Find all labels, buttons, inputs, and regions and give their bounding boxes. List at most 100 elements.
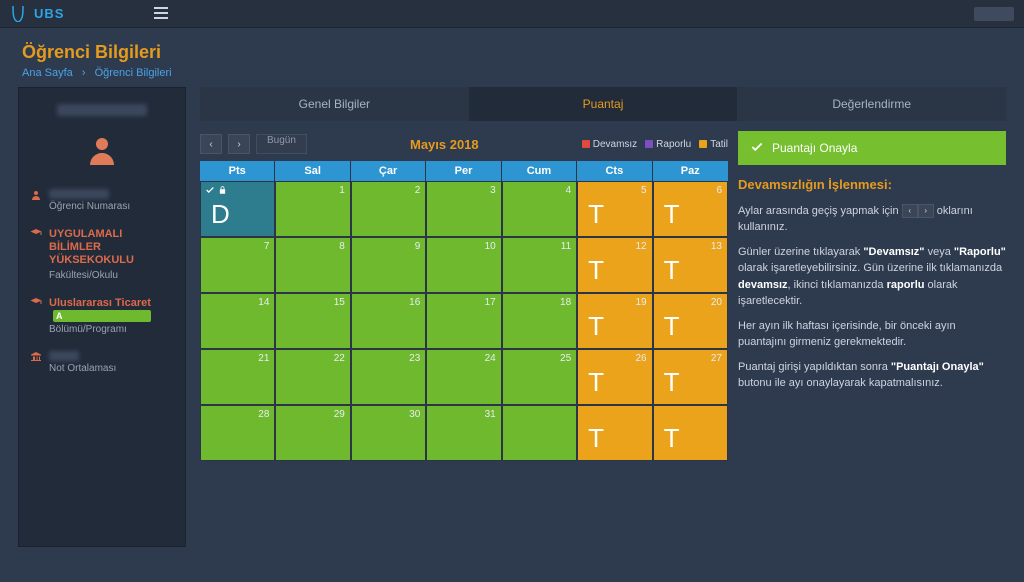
calendar-cell[interactable]: 10 [426, 237, 501, 293]
legend-holiday-label: Tatil [710, 139, 728, 150]
day-number: 27 [711, 353, 722, 364]
calendar-cell[interactable]: 27T [653, 349, 728, 405]
day-number: 21 [258, 353, 269, 364]
tab-general[interactable]: Genel Bilgiler [200, 87, 469, 121]
sidebar-department: Uluslararası TicaretA Bölümü/Programı [29, 297, 175, 335]
calendar-cell[interactable] [502, 405, 577, 461]
status-badge: A [53, 310, 151, 322]
calendar-cell[interactable]: 20T [653, 293, 728, 349]
page-header: Öğrenci Bilgileri Ana Sayfa › Öğrenci Bi… [0, 28, 1024, 87]
help-panel: Devamsızlığın İşlenmesi: Aylar arasında … [738, 175, 1006, 400]
page-title: Öğrenci Bilgileri [22, 42, 1002, 63]
help-p4: Puantaj girişi yapıldıktan sonra "Puanta… [738, 359, 1006, 392]
cell-mark: T [588, 367, 604, 398]
today-button[interactable]: Bugün [256, 134, 307, 154]
day-number: 29 [334, 409, 345, 420]
help-next-icon: › [918, 204, 934, 218]
day-number: 14 [258, 297, 269, 308]
calendar-cell[interactable]: 31 [426, 405, 501, 461]
day-number: 12 [635, 241, 646, 252]
brand-text: UBS [34, 6, 64, 21]
approve-button[interactable]: Puantajı Onayla [738, 131, 1006, 165]
calendar-cell[interactable]: 22 [275, 349, 350, 405]
calendar-cell[interactable]: 3 [426, 181, 501, 237]
calendar-cell[interactable]: 19T [577, 293, 652, 349]
faculty-label: Fakültesi/Okulu [49, 270, 175, 281]
calendar-body: D12345T6T789101112T13T141516171819T20T21… [200, 181, 728, 461]
calendar-cell[interactable]: T [653, 405, 728, 461]
help-title: Devamsızlığın İşlenmesi: [738, 175, 1006, 195]
topbar-right-placeholder [974, 7, 1014, 21]
calendar-cell[interactable]: 13T [653, 237, 728, 293]
day-header-wed: Çar [351, 161, 426, 181]
calendar-cell[interactable]: 21 [200, 349, 275, 405]
prev-month-button[interactable]: ‹ [200, 134, 222, 154]
cell-mark: T [588, 423, 604, 454]
cell-mark: T [588, 255, 604, 286]
calendar-cell[interactable]: 16 [351, 293, 426, 349]
breadcrumb-current: Öğrenci Bilgileri [95, 67, 172, 79]
calendar-cell[interactable]: 17 [426, 293, 501, 349]
calendar-cell[interactable]: 15 [275, 293, 350, 349]
day-number: 31 [485, 409, 496, 420]
student-name-redacted [57, 104, 147, 116]
tab-evaluation[interactable]: Değerlendirme [737, 87, 1006, 121]
day-number: 16 [409, 297, 420, 308]
tab-attendance[interactable]: Puantaj [469, 87, 738, 121]
day-number: 19 [635, 297, 646, 308]
help-prev-icon: ‹ [902, 204, 918, 218]
calendar-cell[interactable]: 18 [502, 293, 577, 349]
calendar-cell[interactable]: 1 [275, 181, 350, 237]
student-sidebar: Öğrenci Numarası UYGULAMALI BİLİMLER YÜK… [18, 87, 186, 547]
legend: Devamsız Raporlu Tatil [582, 139, 728, 150]
calendar-cell[interactable]: 12 T [577, 237, 652, 293]
day-number: 23 [409, 353, 420, 364]
gpa-redacted [49, 351, 79, 361]
calendar-cell[interactable]: 24 [426, 349, 501, 405]
calendar-cell[interactable]: 29 [275, 405, 350, 461]
day-number: 30 [409, 409, 420, 420]
legend-holiday-swatch [699, 140, 707, 148]
cell-mark: T [664, 199, 680, 230]
student-number-redacted [49, 189, 109, 199]
calendar-cell[interactable]: 5T [577, 181, 652, 237]
calendar-cell[interactable]: 14 [200, 293, 275, 349]
day-number: 15 [334, 297, 345, 308]
calendar-cell[interactable]: 6T [653, 181, 728, 237]
day-number: 11 [561, 241, 571, 252]
breadcrumb-home[interactable]: Ana Sayfa [22, 67, 73, 79]
calendar-cell[interactable]: D [200, 181, 275, 237]
calendar-cell[interactable]: 28 [200, 405, 275, 461]
next-month-button[interactable]: › [228, 134, 250, 154]
chevron-right-icon: › [82, 67, 86, 79]
calendar-cell[interactable]: 11 [502, 237, 577, 293]
calendar-cell[interactable]: 26T [577, 349, 652, 405]
approve-button-label: Puantajı Onayla [772, 141, 857, 155]
tabs: Genel Bilgiler Puantaj Değerlendirme [200, 87, 1006, 121]
avatar [29, 132, 175, 171]
help-p3: Her ayın ilk haftası içerisinde, bir önc… [738, 318, 1006, 351]
topbar: UBS [0, 0, 1024, 28]
calendar-cell[interactable]: 25 [502, 349, 577, 405]
graduation-cap-icon [29, 228, 43, 240]
day-number: 4 [566, 185, 572, 196]
cell-mark: T [664, 255, 680, 286]
day-number: 3 [490, 185, 496, 196]
calendar-cell[interactable]: T [577, 405, 652, 461]
legend-absent-label: Devamsız [593, 139, 637, 150]
calendar-cell[interactable]: 9 [351, 237, 426, 293]
sidebar-student-number: Öğrenci Numarası [29, 189, 175, 212]
day-number: 6 [716, 185, 722, 196]
calendar-cell[interactable]: 2 [351, 181, 426, 237]
calendar-cell[interactable]: 30 [351, 405, 426, 461]
day-number: 7 [264, 241, 270, 252]
help-p2: Günler üzerine tıklayarak "Devamsız" vey… [738, 244, 1006, 310]
calendar-cell[interactable]: 23 [351, 349, 426, 405]
calendar-cell[interactable]: 4 [502, 181, 577, 237]
sidebar-faculty: UYGULAMALI BİLİMLER YÜKSEKOKULU Fakültes… [29, 228, 175, 281]
calendar-cell[interactable]: 8 [275, 237, 350, 293]
calendar-cell[interactable]: 7 [200, 237, 275, 293]
lock-icon [218, 185, 227, 195]
day-header-sun: Paz [653, 161, 728, 181]
menu-toggle-icon[interactable] [154, 6, 168, 22]
